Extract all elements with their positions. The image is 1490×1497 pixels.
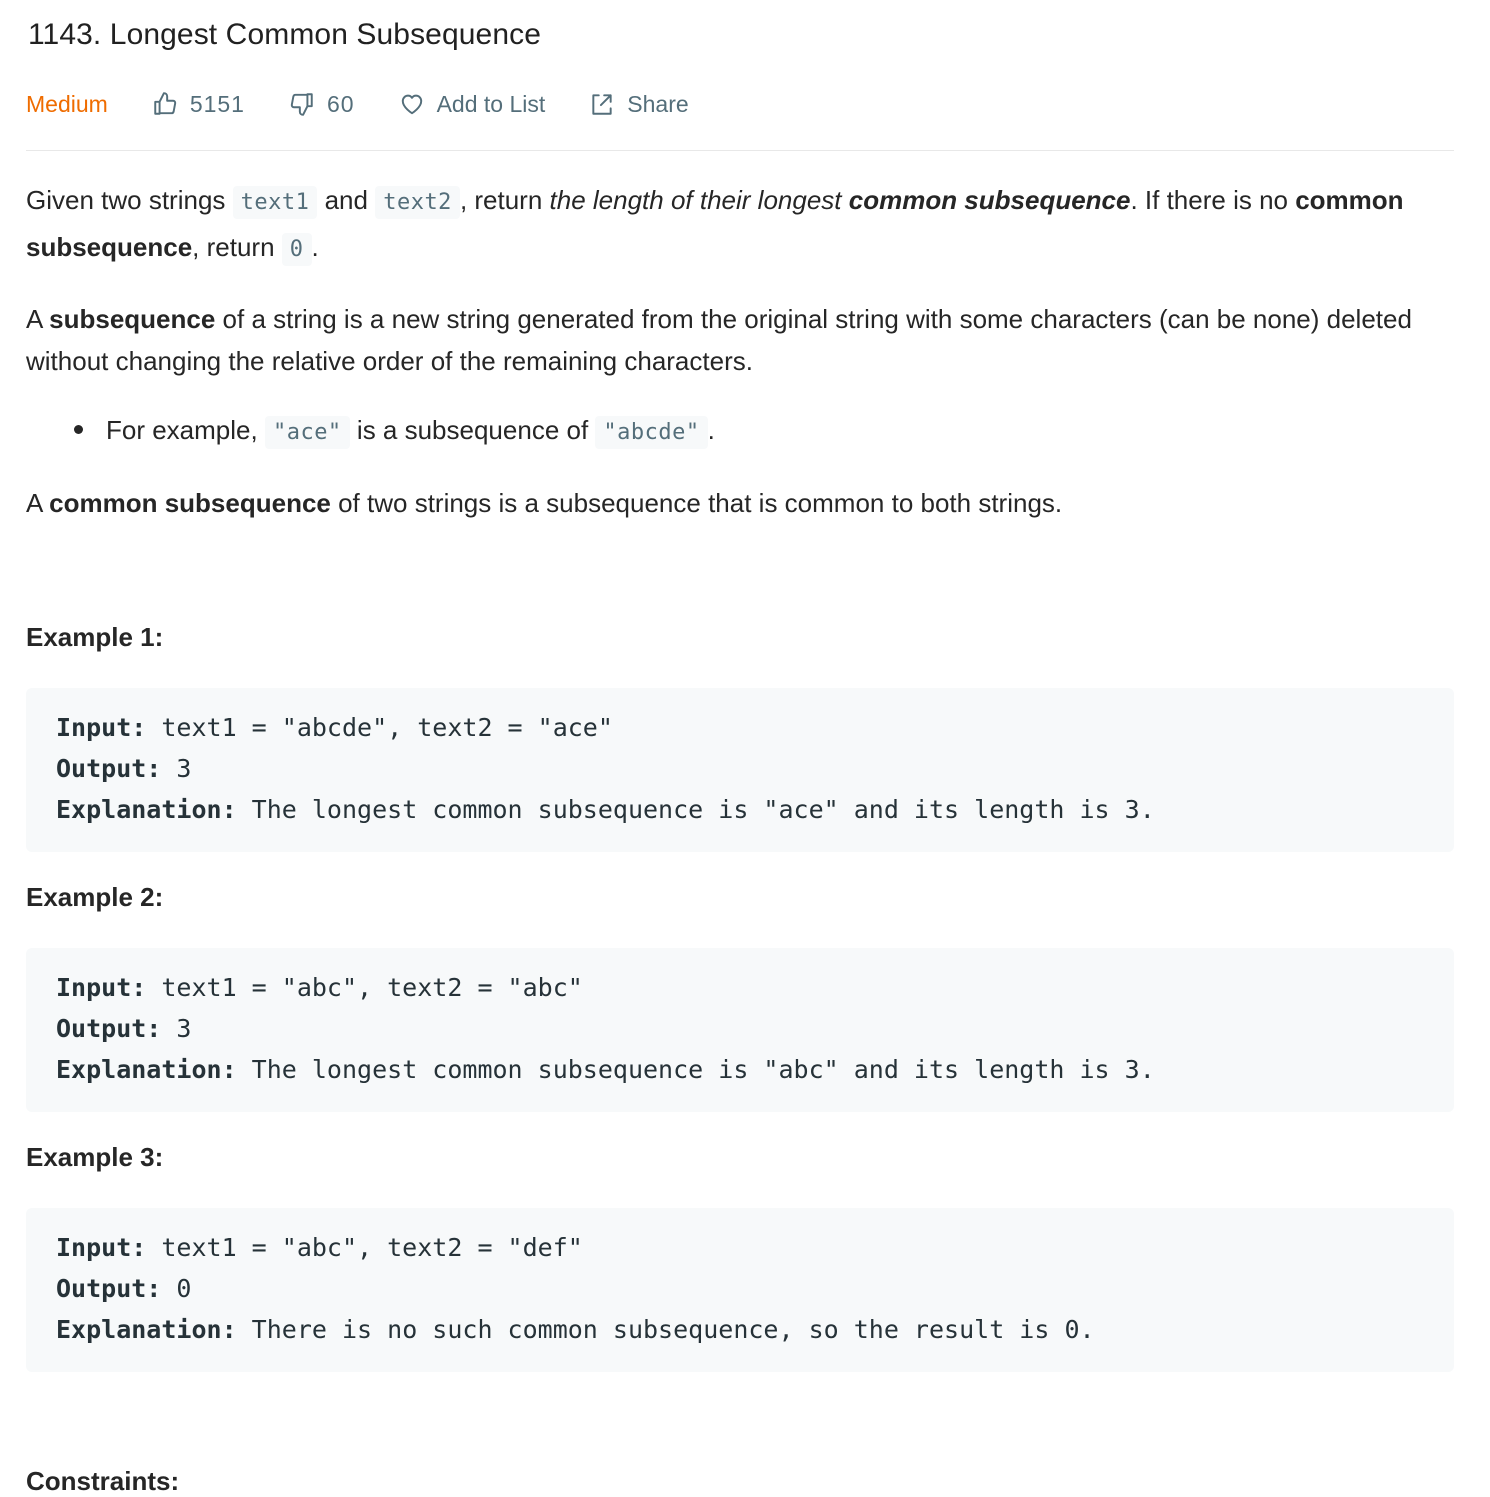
explanation-label: Explanation:: [56, 1315, 237, 1344]
bold-text: common subsequence: [848, 185, 1131, 215]
share-label: Share: [627, 90, 689, 117]
description-paragraph-3: A common subsequence of two strings is a…: [26, 481, 1454, 525]
thumbs-down-icon: [290, 93, 313, 116]
bold-text: common subsequence: [49, 488, 331, 518]
header-divider: [26, 150, 1454, 151]
example-3-block: Input: text1 = "abc", text2 = "def" Outp…: [26, 1208, 1454, 1372]
example-1-block: Input: text1 = "abcde", text2 = "ace" Ou…: [26, 688, 1454, 852]
problem-title: 1143. Longest Common Subsequence: [28, 18, 541, 51]
inline-code: text1: [232, 186, 318, 219]
example-2-title: Example 2:: [26, 882, 164, 912]
example-2-block: Input: text1 = "abc", text2 = "abc" Outp…: [26, 948, 1454, 1112]
heart-icon: [401, 94, 422, 115]
share-button[interactable]: Share: [589, 90, 689, 118]
text: , return: [192, 232, 282, 262]
example-1-title: Example 1:: [26, 622, 164, 652]
inline-code: 0: [281, 233, 312, 266]
output-label: Output:: [56, 1014, 162, 1043]
explanation-label: Explanation:: [56, 1055, 237, 1084]
difficulty-badge: Medium: [26, 90, 108, 117]
text: and: [317, 185, 376, 215]
share-icon: [592, 94, 612, 115]
problem-description: Given two strings text1 and text2, retur…: [26, 178, 1454, 525]
input-label: Input:: [56, 1233, 147, 1262]
example-3-title: Example 3:: [26, 1142, 164, 1172]
text: .: [311, 232, 319, 262]
list-item: For example, "ace" is a subsequence of "…: [74, 408, 1454, 455]
inline-code: text2: [375, 186, 460, 219]
inline-code: "abcde": [595, 416, 708, 449]
input-label: Input:: [56, 973, 147, 1002]
example-bullet-list: For example, "ace" is a subsequence of "…: [26, 408, 1454, 455]
text: the length of their longest: [549, 185, 849, 215]
description-paragraph-1: Given two strings text1 and text2, retur…: [26, 178, 1454, 272]
text: of a string is a new string generated fr…: [26, 304, 1412, 376]
add-to-list-button[interactable]: Add to List: [399, 90, 546, 118]
problem-meta-bar: Medium 5151 60 Add to List Share: [26, 84, 733, 124]
text: .: [707, 415, 715, 445]
like-button[interactable]: 5151: [152, 91, 245, 118]
text: For example,: [106, 415, 265, 445]
input-label: Input:: [56, 713, 147, 742]
dislike-button[interactable]: 60: [289, 91, 355, 118]
add-to-list-label: Add to List: [436, 90, 546, 117]
output-value: 3: [161, 1014, 192, 1043]
explanation-label: Explanation:: [56, 795, 237, 824]
output-value: 3: [161, 754, 192, 783]
text: is a subsequence of: [349, 415, 596, 445]
dislike-count: 60: [326, 90, 355, 117]
like-count: 5151: [189, 90, 245, 117]
input-value: text1 = "abc", text2 = "def": [146, 1233, 583, 1262]
constraints-title: Constraints:: [26, 1466, 180, 1496]
explanation-value: The longest common subsequence is "ace" …: [236, 795, 1155, 824]
text: Given two strings: [26, 185, 233, 215]
emphasis-text: the length of their longest common subse…: [550, 185, 1131, 215]
bold-text: subsequence: [49, 304, 216, 334]
input-value: text1 = "abc", text2 = "abc": [146, 973, 583, 1002]
thumbs-up-icon: [154, 92, 176, 115]
text: A: [26, 304, 50, 334]
input-value: text1 = "abcde", text2 = "ace": [146, 713, 613, 742]
output-label: Output:: [56, 754, 162, 783]
text: A: [26, 488, 50, 518]
text: , return: [459, 185, 550, 215]
explanation-value: There is no such common subsequence, so …: [236, 1315, 1095, 1344]
output-value: 0: [161, 1274, 192, 1303]
description-paragraph-2: A subsequence of a string is a new strin…: [26, 298, 1454, 382]
explanation-value: The longest common subsequence is "abc" …: [236, 1055, 1155, 1084]
text: of two strings is a subsequence that is …: [330, 488, 1063, 518]
output-label: Output:: [56, 1274, 162, 1303]
text: . If there is no: [1130, 185, 1296, 215]
inline-code: "ace": [264, 416, 350, 449]
